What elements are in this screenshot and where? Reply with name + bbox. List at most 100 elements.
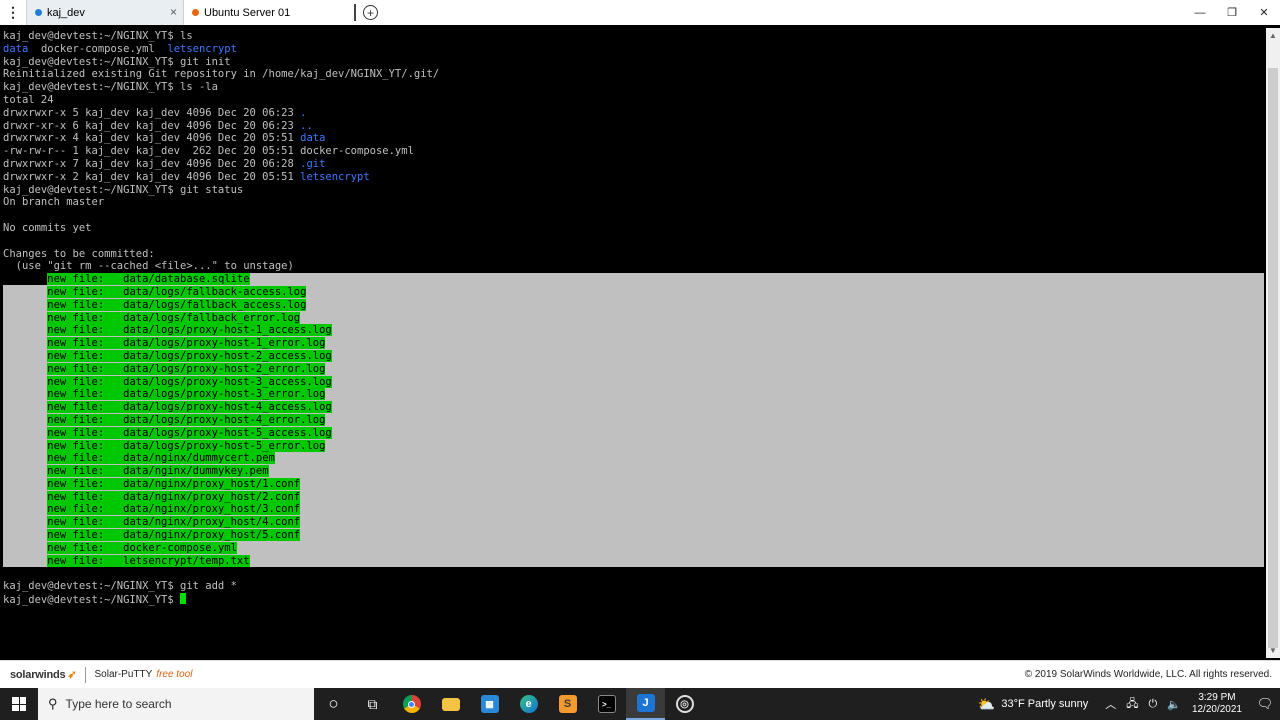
- store-icon[interactable]: ▦: [470, 688, 509, 720]
- staged-file-entry: new file: data/logs/fallback_error.log: [47, 311, 301, 324]
- brand-name: solarwinds: [10, 668, 66, 681]
- volume-icon[interactable]: 🔈: [1167, 698, 1181, 711]
- terminal-line: (use "git rm --cached <file>..." to unst…: [3, 260, 294, 273]
- staged-file-entry: new file: data/nginx/dummykey.pem: [47, 465, 269, 478]
- terminal-line: kaj_dev@devtest:~/NGINX_YT$ git init: [3, 55, 231, 68]
- staged-file-line: new file: docker-compose.yml: [3, 541, 1264, 555]
- staged-file-entry: new file: data/logs/proxy-host-4_error.l…: [47, 413, 326, 426]
- notification-icon[interactable]: 🗨: [1250, 696, 1280, 712]
- terminal-lines-before: kaj_dev@devtest:~/NGINX_YT$ ls data docke…: [3, 30, 1266, 273]
- line-text: docker-compose.yml: [28, 42, 168, 55]
- close-icon[interactable]: ×: [170, 5, 177, 19]
- clock[interactable]: 3:29 PM 12/20/2021: [1192, 692, 1242, 716]
- chrome-icon[interactable]: [392, 688, 431, 720]
- window-controls: — ❐ ✕: [1184, 0, 1280, 25]
- line-text: drwxrwxr-x 2 kaj_dev kaj_dev 4096 Dec 20…: [3, 170, 301, 183]
- menu-icon[interactable]: ⋮: [0, 0, 26, 25]
- taskbar-search[interactable]: ⚲ Type here to search: [38, 688, 314, 720]
- footer-divider: [84, 666, 86, 683]
- scrollbar-thumb[interactable]: [1268, 68, 1278, 648]
- staged-file-line: new file: data/logs/proxy-host-1_access.…: [3, 324, 1264, 337]
- terminal-line: drwxr-xr-x 6 kaj_dev kaj_dev 4096 Dec 20…: [3, 120, 1266, 133]
- staged-file-entry: new file: data/logs/proxy-host-3_error.l…: [47, 388, 326, 401]
- directory-name: .git: [300, 157, 326, 170]
- terminal-line: total 24: [3, 93, 54, 106]
- terminal-icon[interactable]: >_: [587, 688, 626, 720]
- scroll-up-icon[interactable]: ▲: [1269, 31, 1277, 40]
- staged-file-line: new file: data/logs/proxy-host-4_access.…: [3, 401, 1264, 414]
- staged-file-line: new file: data/logs/proxy-host-2_access.…: [3, 349, 1264, 363]
- windows-taskbar: ⚲ Type here to search ○ ⧉ ▦ e S >_ J ◎ ⛅…: [0, 688, 1280, 720]
- obs-icon[interactable]: ◎: [665, 688, 704, 720]
- close-window-icon[interactable]: ✕: [1248, 0, 1280, 25]
- copyright-text: © 2019 SolarWinds Worldwide, LLC. All ri…: [1024, 669, 1272, 680]
- solarwinds-logo: solarwinds ➶: [10, 668, 77, 682]
- scroll-down-icon[interactable]: ▼: [1269, 646, 1277, 655]
- staged-file-line: new file: data/nginx/dummykey.pem: [3, 465, 1264, 478]
- staged-file-entry: new file: data/logs/proxy-host-4_access.…: [47, 401, 332, 414]
- staged-file-line: new file: data/logs/fallback_access.log: [3, 298, 1264, 312]
- staged-file-entry: new file: data/logs/proxy-host-3_access.…: [47, 375, 332, 388]
- staged-file-entry: new file: data/database.sqlite: [47, 273, 250, 286]
- chevron-up-icon[interactable]: ︿: [1105, 696, 1116, 712]
- terminal-line: data docker-compose.yml letsencrypt: [3, 43, 1266, 56]
- terminal-line: -rw-rw-r-- 1 kaj_dev kaj_dev 262 Dec 20 …: [3, 145, 414, 158]
- terminal-line: drwxrwxr-x 4 kaj_dev kaj_dev 4096 Dec 20…: [3, 132, 1266, 145]
- terminal-scrollbar[interactable]: ▲ ▼: [1266, 28, 1280, 658]
- terminal-line: drwxrwxr-x 2 kaj_dev kaj_dev 4096 Dec 20…: [3, 171, 1266, 184]
- tab-kaj-dev[interactable]: kaj_dev ×: [26, 0, 184, 25]
- plug-icon[interactable]: ⏻: [1149, 698, 1158, 711]
- add-tab-icon[interactable]: +: [363, 5, 378, 20]
- edge-icon[interactable]: e: [509, 688, 548, 720]
- network-icon[interactable]: 🖧: [1126, 695, 1138, 714]
- staged-file-line: new file: data/logs/proxy-host-5_error.l…: [3, 439, 1264, 453]
- terminal-line: kaj_dev@devtest:~/NGINX_YT$: [3, 593, 1266, 606]
- staged-file-line: new file: data/logs/proxy-host-1_error.l…: [3, 337, 1264, 350]
- staged-file-line: new file: data/logs/proxy-host-5_access.…: [3, 426, 1264, 440]
- terminal-line: Changes to be committed:: [3, 247, 155, 260]
- line-text: drwxrwxr-x 4 kaj_dev kaj_dev 4096 Dec 20…: [3, 132, 301, 145]
- terminal-output[interactable]: kaj_dev@devtest:~/NGINX_YT$ ls data docke…: [0, 28, 1266, 658]
- terminal-line: kaj_dev@devtest:~/NGINX_YT$ ls -la: [3, 81, 218, 94]
- staged-file-line: new file: data/logs/proxy-host-4_error.l…: [3, 413, 1264, 427]
- app-footer: solarwinds ➶ Solar-PuTTY free tool © 2019…: [0, 660, 1280, 688]
- free-tool-label: free tool: [156, 669, 193, 680]
- staged-file-entry: new file: data/nginx/proxy_host/5.conf: [47, 529, 301, 542]
- staged-file-line: new file: data/logs/proxy-host-3_access.…: [3, 375, 1264, 389]
- terminal-selected-lines: new file: data/database.sqlite new file:…: [3, 273, 1264, 568]
- session-status-icon: [35, 9, 42, 16]
- tab-label: Ubuntu Server 01: [204, 6, 291, 19]
- start-button[interactable]: [0, 688, 38, 720]
- cortana-icon[interactable]: ○: [314, 688, 353, 720]
- minimize-icon[interactable]: —: [1184, 0, 1216, 25]
- directory-name: letsencrypt: [300, 170, 370, 183]
- staged-file-line: new file: data/database.sqlite: [3, 273, 1264, 286]
- weather-widget[interactable]: ⛅ 33°F Partly sunny: [978, 696, 1088, 713]
- solar-putty-icon[interactable]: J: [626, 688, 665, 720]
- file-explorer-icon[interactable]: [431, 688, 470, 720]
- weather-text: 33°F Partly sunny: [1001, 698, 1089, 710]
- staged-file-line: new file: data/nginx/proxy_host/1.conf: [3, 477, 1264, 491]
- maximize-icon[interactable]: ❐: [1216, 0, 1248, 25]
- sublime-icon[interactable]: S: [548, 688, 587, 720]
- terminal-line: kaj_dev@devtest:~/NGINX_YT$ git status: [3, 183, 244, 196]
- product-name: Solar-PuTTY: [94, 669, 153, 680]
- staged-file-line: new file: data/logs/fallback_error.log: [3, 311, 1264, 325]
- directory-name: .: [300, 106, 307, 119]
- tab-ubuntu-server-01[interactable]: Ubuntu Server 01: [184, 0, 354, 25]
- task-view-icon[interactable]: ⧉: [353, 688, 392, 720]
- terminal-line: Reinitialized existing Git repository in…: [3, 68, 440, 81]
